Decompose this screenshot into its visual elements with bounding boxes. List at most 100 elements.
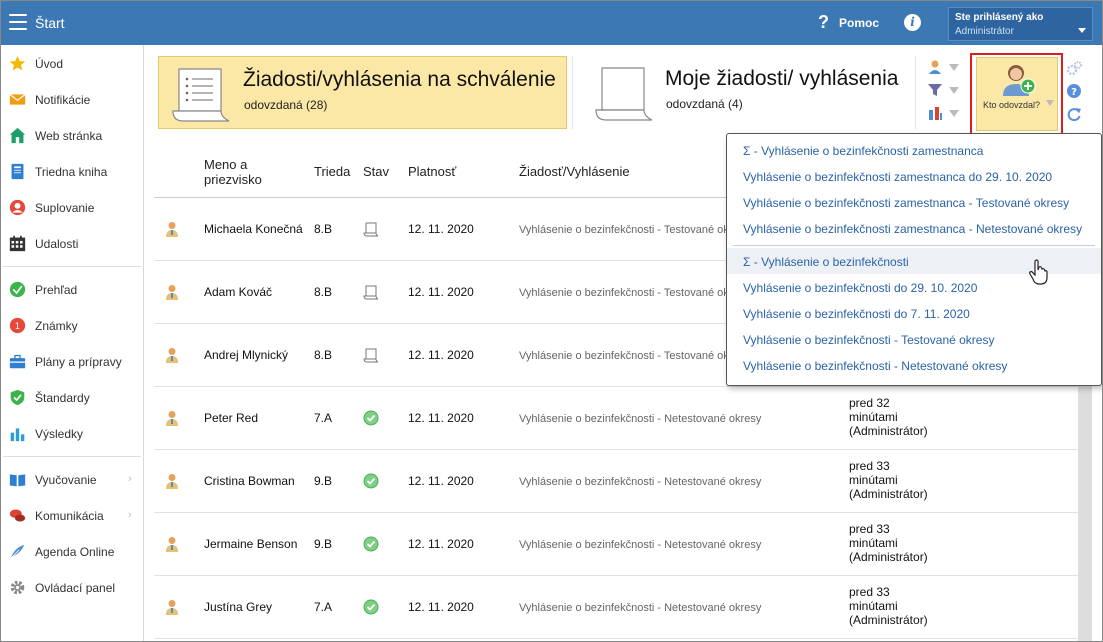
sidebar-item-label: Web stránka [35,129,103,143]
dropdown-item[interactable]: Vyhlásenie o bezinfekčnosti zamestnanca … [727,163,1101,189]
table-row[interactable]: Jermaine Benson 9.B 12. 11. 2020 Vyhlásenie… [154,513,1078,576]
table-row[interactable]: Cristina Bowman 9.B 12. 11. 2020 Vyhlásenie… [154,450,1078,513]
student-name[interactable]: Jermaine Benson [204,537,304,551]
question-icon[interactable]: ? [818,12,829,33]
gear-icon [10,580,25,595]
dropdown-divider [733,245,1095,246]
column-header-request[interactable]: Žiadosť/Vyhlásenie [519,164,630,179]
student-class: 8.B [314,348,333,362]
dropdown-item[interactable]: Vyhlásenie o bezinfekčnosti - Netestovan… [727,352,1101,378]
calendar-icon [9,235,26,252]
sidebar-item-web[interactable]: Web stránka [1,118,143,154]
sidebar-item-komunikacia[interactable]: Komunikácia › [1,498,143,534]
sidebar-item-notifikacie[interactable]: Notifikácie [1,82,143,118]
house-icon [9,127,26,144]
document-list-icon [172,68,230,122]
column-header-valid[interactable]: Platnosť [408,164,456,179]
sidebar-item-standardy[interactable]: Štandardy [1,380,143,416]
table-row[interactable]: Peter Red 7.A 12. 11. 2020 Vyhlásenie o bez… [154,387,1078,450]
sidebar-item-udalosti[interactable]: Udalosti [1,226,143,262]
dropdown-item[interactable]: Vyhlásenie o bezinfekčnosti do 7. 11. 20… [727,300,1101,326]
approved-icon [363,536,379,552]
dropdown-item[interactable]: Vyhlásenie o bezinfekčnosti - Testované … [727,326,1101,352]
sidebar: Úvod Notifikácie Web stránka Triedna kni… [1,45,144,641]
sidebar-item-uvod[interactable]: Úvod [1,46,143,82]
approved-icon [363,410,379,426]
check-circle-icon [9,281,26,298]
caret-down-icon[interactable] [949,64,959,71]
student-icon [166,411,178,426]
valid-date: 12. 11. 2020 [408,348,474,362]
divider [915,56,916,129]
app-title[interactable]: Štart [35,15,65,31]
card-pending-requests[interactable]: Žiadosti/vyhlásenia na schválenie odovzd… [158,56,567,129]
card-count: odovzdaná (4) [666,97,743,111]
student-class: 8.B [314,222,333,236]
request-type: Vyhlásenie o bezinfekčnosti - Netestovan… [519,413,762,425]
sidebar-item-agenda[interactable]: Agenda Online [1,534,143,570]
settings-icon[interactable] [1066,60,1082,76]
divider [572,56,573,129]
student-name[interactable]: Andrej Mlynický [204,348,304,362]
sidebar-item-znamky[interactable]: 1 Známky [1,308,143,344]
student-name[interactable]: Michaela Konečná [204,222,304,236]
student-name[interactable]: Cristina Bowman [204,474,304,488]
student-name[interactable]: Peter Red [204,411,304,425]
envelope-icon [9,93,26,105]
sidebar-item-prehlad[interactable]: Prehľad [1,272,143,308]
sidebar-item-label: Úvod [35,57,64,71]
dropdown-item[interactable]: Σ - Vyhlásenie o bezinfekčnosti zamestna… [727,137,1101,163]
sidebar-item-vyucovanie[interactable]: Vyučovanie › [1,462,143,498]
sort-icon[interactable] [927,105,943,121]
sidebar-item-triedna-kniha[interactable]: Triedna kniha [1,154,143,190]
request-type: Vyhlásenie o bezinfekčnosti - Testované … [519,287,750,299]
submitted-info: pred 33 minútami (Administrátor) [849,585,928,627]
info-icon[interactable]: i [904,14,921,31]
card-my-requests[interactable]: Moje žiadosti/ vyhlásenia odovzdaná (4) [578,56,910,129]
sidebar-item-label: Udalosti [35,237,79,251]
sidebar-item-label: Prehľad [35,283,78,297]
help-circle-icon[interactable]: ? [1066,83,1082,99]
help-link[interactable]: Pomoc [839,16,879,30]
person-filter-icon[interactable] [927,59,943,75]
highlight-box [970,53,1063,138]
sidebar-item-ovladaci-panel[interactable]: Ovládací panel [1,570,143,606]
request-type: Vyhlásenie o bezinfekčnosti - Testované … [519,350,750,362]
sidebar-item-label: Známky [35,319,78,333]
dropdown-item[interactable]: Vyhlásenie o bezinfekčnosti zamestnanca … [727,189,1101,215]
caret-down-icon[interactable] [949,87,959,94]
user-menu[interactable]: Ste prihlásený ako Administrátor [948,7,1093,41]
table-row[interactable]: Justína Grey 7.A 12. 11. 2020 Vyhlásenie o … [154,576,1078,639]
sidebar-item-plany[interactable]: Plány a prípravy [1,344,143,380]
caret-down-icon[interactable] [949,110,959,117]
valid-date: 12. 11. 2020 [408,285,474,299]
valid-date: 12. 11. 2020 [408,474,474,488]
student-name[interactable]: Adam Kováč [204,285,304,299]
shield-icon [10,389,25,406]
refresh-icon[interactable] [1066,106,1082,122]
approved-icon [363,599,379,615]
student-icon [166,474,178,489]
student-name[interactable]: Justína Grey [204,600,304,614]
column-header-name[interactable]: Meno a priezvisko [204,157,284,187]
submitted-info: pred 32 minútami (Administrátor) [849,396,928,438]
column-header-state[interactable]: Stav [363,164,389,179]
filter-icon[interactable] [927,82,943,98]
student-icon [166,285,178,300]
approved-icon [363,473,379,489]
user-label: Ste prihlásený ako [955,12,1044,23]
briefcase-icon [9,354,26,369]
document-icon [363,222,379,237]
valid-date: 12. 11. 2020 [408,222,474,236]
user-name: Administrátor [955,26,1014,37]
chat-icon [9,509,26,522]
card-title: Žiadosti/vyhlásenia na schválenie [243,68,556,91]
sidebar-item-label: Výsledky [35,427,84,441]
menu-icon[interactable] [9,14,27,30]
top-bar: Štart ? Pomoc i Ste prihlásený ako Admin… [1,1,1102,45]
sidebar-item-vysledky[interactable]: Výsledky [1,416,143,452]
sidebar-item-suplovanie[interactable]: Suplovanie [1,190,143,226]
column-header-class[interactable]: Trieda [314,164,350,179]
dropdown-item[interactable]: Vyhlásenie o bezinfekčnosti zamestnanca … [727,215,1101,241]
document-icon [363,285,379,300]
